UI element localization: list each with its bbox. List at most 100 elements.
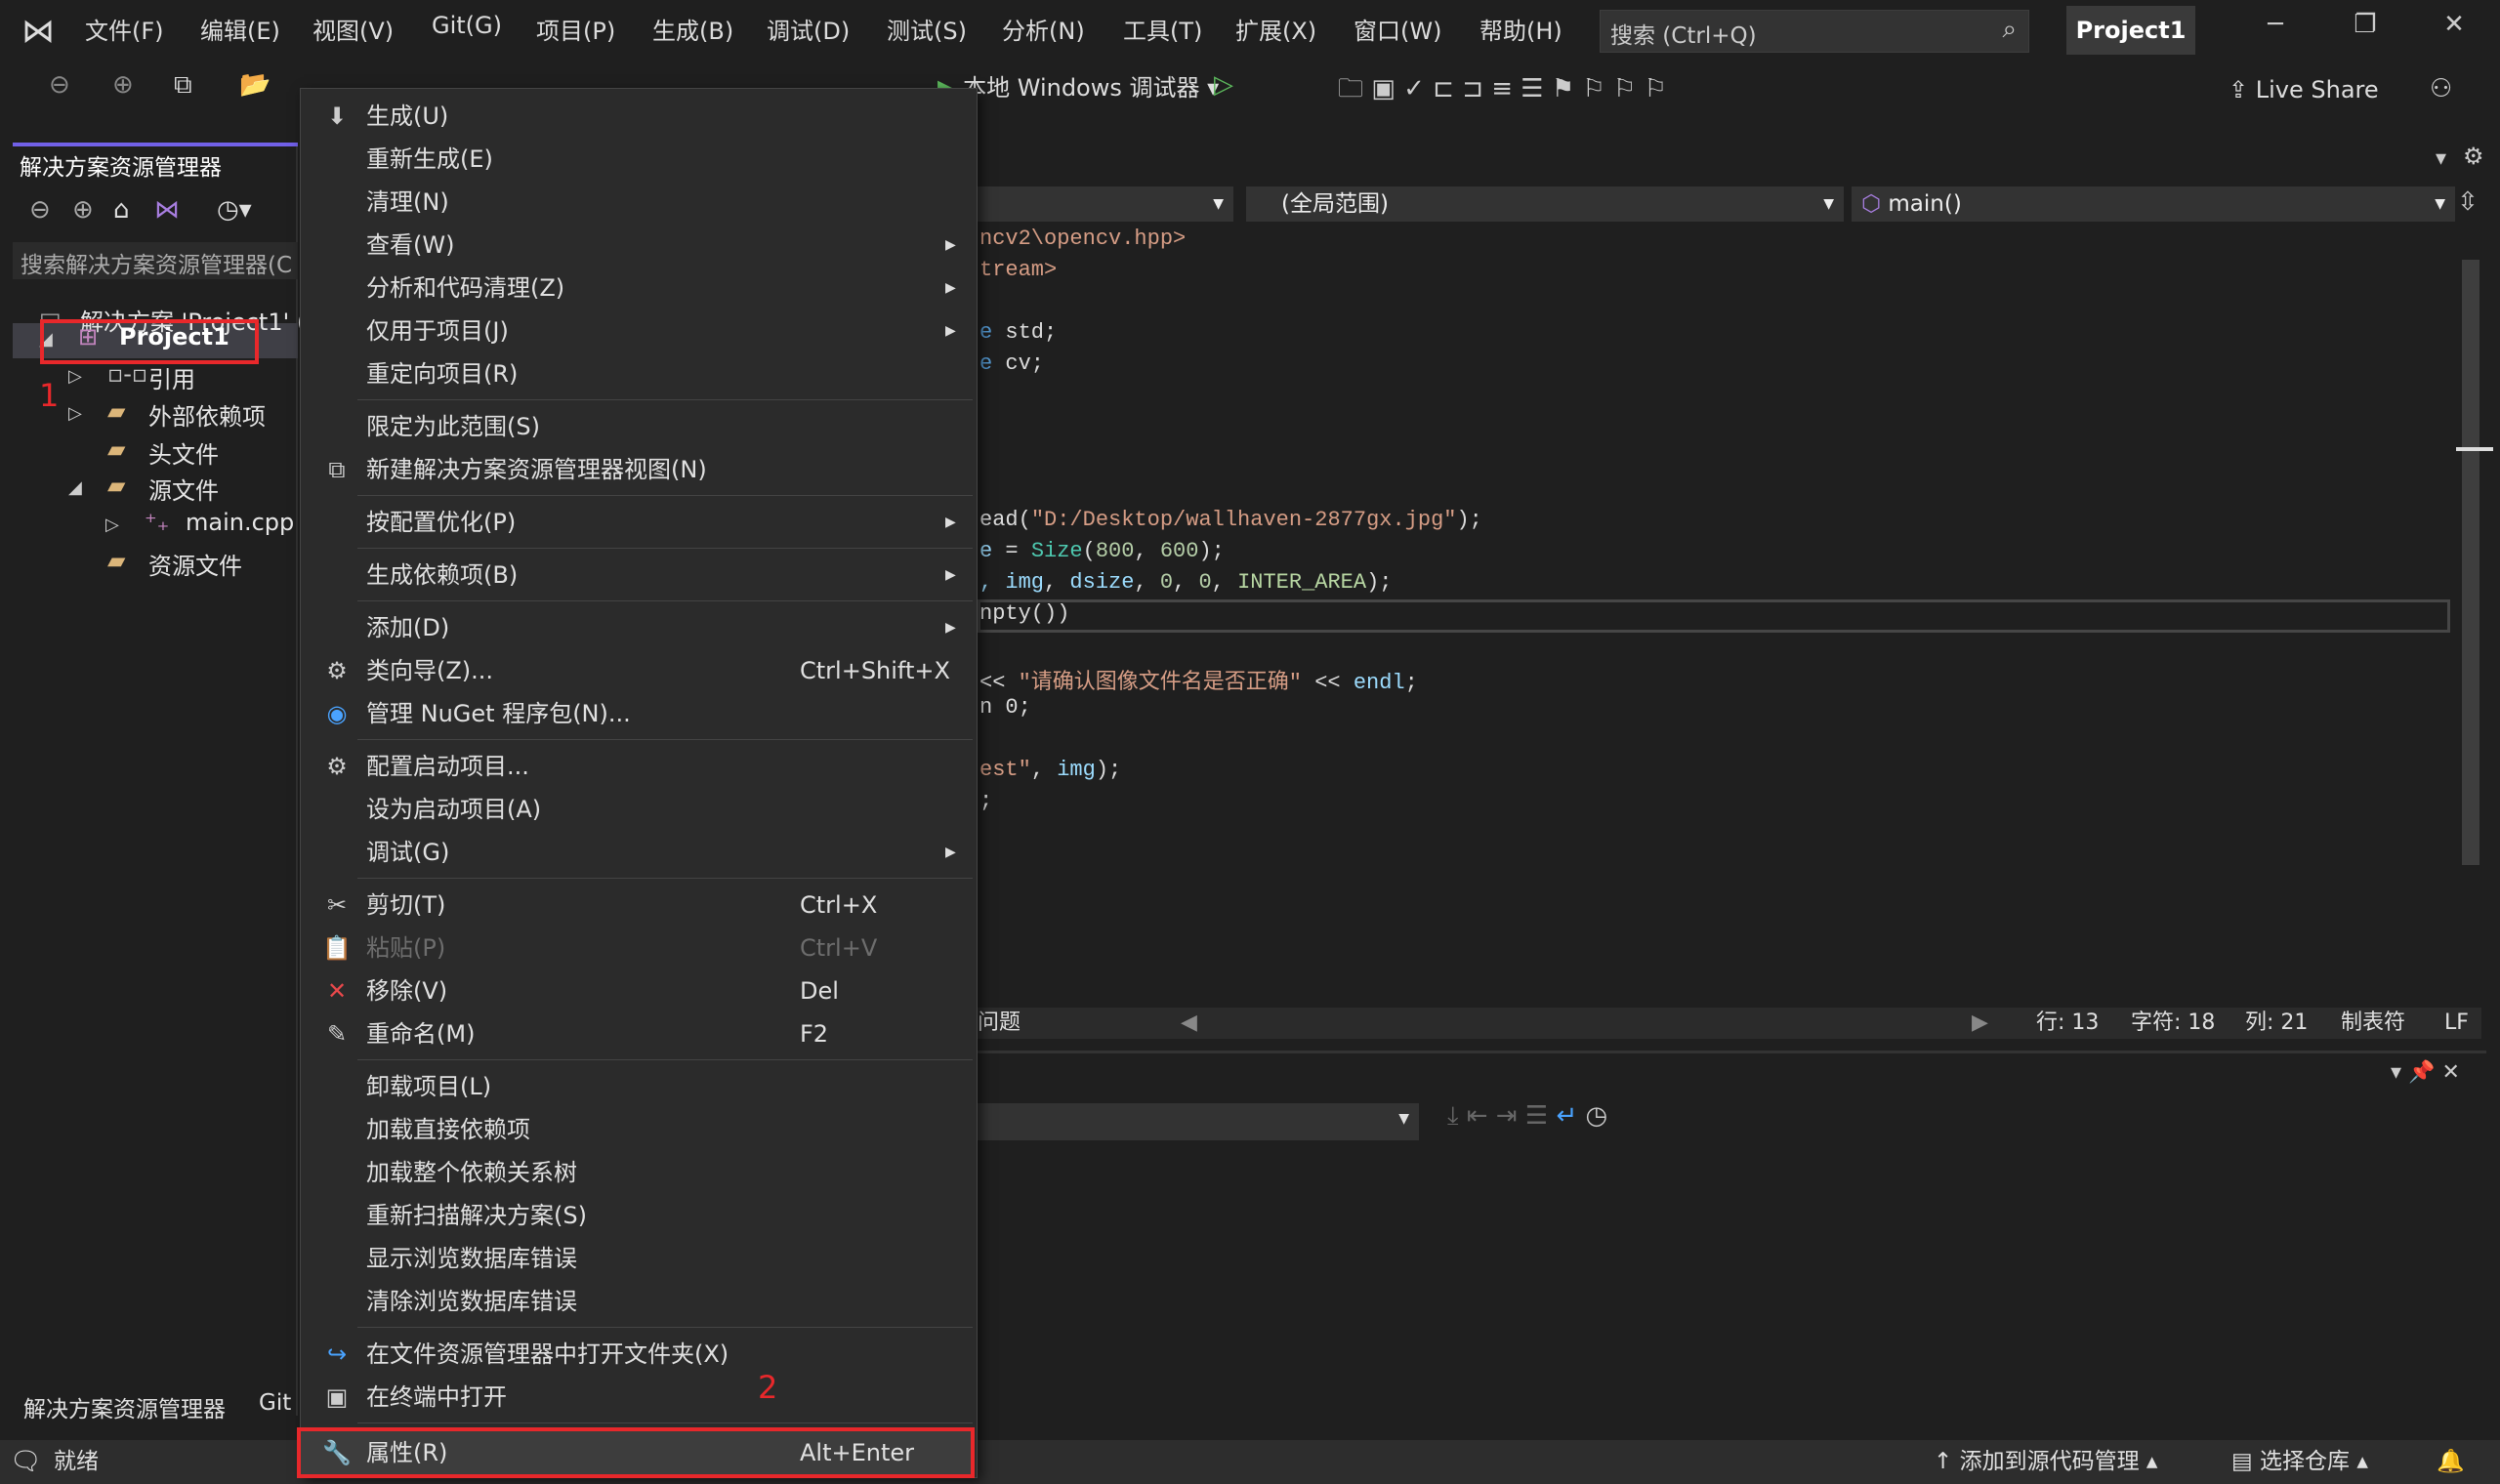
menu-item[interactable]: ⚙ 类向导(Z)... Ctrl+Shift+X xyxy=(301,649,977,692)
code-line[interactable]: e std; xyxy=(979,320,1057,345)
code-line[interactable]: e = Size(800, 600); xyxy=(979,539,1225,563)
code-line[interactable]: , img, dsize, 0, 0, INTER_AREA); xyxy=(979,570,1393,595)
code-line[interactable]: n 0; xyxy=(979,695,1031,720)
scope-dropdown[interactable]: (全局范围) ▼ xyxy=(1246,186,1844,222)
menu-item[interactable]: 卸载项目(L) xyxy=(301,1065,977,1108)
code-line[interactable]: ; xyxy=(979,789,992,813)
open-folder-icon[interactable]: 📂 xyxy=(239,70,271,100)
menu-item[interactable]: 查看(W) ▶ xyxy=(301,224,977,267)
menu-item[interactable]: 按配置优化(P) ▶ xyxy=(301,501,977,544)
expand-icon[interactable]: ▷ xyxy=(105,515,119,535)
menu-item[interactable]: 加载直接依赖项 xyxy=(301,1108,977,1151)
menu-item[interactable]: 设为启动项目(A) xyxy=(301,788,977,831)
search-input[interactable]: 搜索 (Ctrl+Q) ⌕ xyxy=(1600,10,2029,53)
output-toolbar-icons[interactable]: ⤓ ⇤ ⇥ ☰ ↵ ◷ xyxy=(1447,1101,1607,1132)
tree-item[interactable]: main.cpp xyxy=(186,509,294,536)
close-icon[interactable]: ✕ xyxy=(2435,10,2474,39)
menu-item[interactable]: 重新扫描解决方案(S) xyxy=(301,1194,977,1237)
menu-item[interactable]: 帮助(H) xyxy=(1479,12,1562,46)
eol-indicator[interactable]: LF xyxy=(2444,1008,2469,1039)
toolbar-icons[interactable]: 🗀 ▣ ✓ ⊏ ⊐ ≡ ☰ ⚑ ⚐ ⚐ ⚐ xyxy=(1338,70,1667,113)
output-panel-controls[interactable]: ▾ 📌 ✕ xyxy=(2391,1060,2460,1085)
menu-item[interactable]: ✎ 重命名(M) F2 xyxy=(301,1012,977,1055)
code-line[interactable]: tream> xyxy=(979,258,1057,282)
menu-item[interactable]: 分析(N) xyxy=(1002,12,1085,46)
row-indicator[interactable]: 行: 13 xyxy=(2036,1008,2099,1039)
back-icon[interactable]: ⊖ xyxy=(49,70,70,100)
collapse-icon[interactable]: ◢ xyxy=(68,477,82,498)
select-repo-button[interactable]: ▤ 选择仓库 ▴ xyxy=(2231,1440,2368,1484)
solution-search-input[interactable]: 搜索解决方案资源管理器(C xyxy=(13,242,298,279)
menu-item[interactable]: ⬇ 生成(U) xyxy=(301,95,977,138)
menu-item[interactable]: 项目(P) xyxy=(536,12,615,46)
indent-indicator[interactable]: 制表符 xyxy=(2341,1008,2405,1039)
menu-item[interactable]: 🔧 属性(R) Alt+Enter xyxy=(297,1427,975,1478)
pending-changes-icon[interactable]: ◷▾ xyxy=(217,195,252,225)
menu-item[interactable]: 窗口(W) xyxy=(1354,12,1441,46)
menu-item[interactable]: 重新生成(E) xyxy=(301,138,977,181)
menu-item[interactable]: Git(G) xyxy=(432,12,502,39)
menu-item[interactable]: ⧉ 新建解决方案资源管理器视图(N) xyxy=(301,448,977,491)
back-icon[interactable]: ⊖ xyxy=(29,195,51,225)
menu-item[interactable]: 生成(B) xyxy=(652,12,733,46)
project-dropdown[interactable]: ▼ xyxy=(978,186,1233,222)
menu-item[interactable]: 添加(D) ▶ xyxy=(301,606,977,649)
clock-icon[interactable]: ◷ xyxy=(1586,1101,1608,1131)
problems-indicator[interactable]: 问题 xyxy=(978,1008,1021,1039)
pin-icon[interactable]: 📌 xyxy=(2408,1060,2435,1085)
menu-item[interactable]: 工具(T) xyxy=(1123,12,1202,46)
menu-item[interactable]: 限定为此范围(S) xyxy=(301,405,977,448)
menu-item[interactable]: 视图(V) xyxy=(312,12,394,46)
menu-item[interactable]: 显示浏览数据库错误 xyxy=(301,1237,977,1280)
split-icon[interactable]: ⇳ xyxy=(2457,187,2479,217)
menu-item[interactable]: ↪ 在文件资源管理器中打开文件夹(X) xyxy=(301,1333,977,1376)
tab-git[interactable]: Git xyxy=(259,1390,291,1416)
scroll-right-icon[interactable]: ▶ xyxy=(1972,1008,1988,1039)
menu-item[interactable]: 生成依赖项(B) ▶ xyxy=(301,554,977,597)
vertical-scrollbar[interactable] xyxy=(2456,234,2493,996)
menu-item[interactable]: 分析和代码清理(Z) ▶ xyxy=(301,267,977,309)
tree-item[interactable]: 资源文件 xyxy=(148,547,242,581)
menu-item[interactable]: 加载整个依赖关系树 xyxy=(301,1151,977,1194)
home-icon[interactable]: ⌂ xyxy=(113,195,130,225)
bell-icon[interactable]: 🔔 xyxy=(2437,1440,2465,1484)
code-line[interactable]: est", img); xyxy=(979,758,1121,782)
expand-icon[interactable]: ▷ xyxy=(68,366,82,387)
tree-item[interactable]: 头文件 xyxy=(148,435,219,470)
new-project-icon[interactable]: ⧉ xyxy=(174,70,192,101)
expand-icon[interactable]: ▷ xyxy=(68,403,82,424)
switch-views-icon[interactable]: ⋈ xyxy=(154,195,180,225)
menu-item[interactable]: ✕ 移除(V) Del xyxy=(301,969,977,1012)
minimize-icon[interactable]: ─ xyxy=(2256,10,2295,39)
forward-icon[interactable]: ⊕ xyxy=(72,195,94,225)
menu-item[interactable]: 清除浏览数据库错误 xyxy=(301,1280,977,1323)
close-icon[interactable]: ✕ xyxy=(2441,1060,2459,1085)
add-to-source-control-button[interactable]: ↑ 添加到源代码管理 ▴ xyxy=(1934,1440,2157,1484)
menu-item[interactable]: 文件(F) xyxy=(85,12,164,46)
tree-item[interactable]: 源文件 xyxy=(148,472,219,506)
menu-item[interactable]: 编辑(E) xyxy=(200,12,280,46)
code-line[interactable]: npty()) xyxy=(979,601,1069,626)
restore-icon[interactable]: ❐ xyxy=(2346,10,2385,39)
menu-item[interactable]: 扩展(X) xyxy=(1235,12,1316,46)
menu-item[interactable]: 测试(S) xyxy=(887,12,967,46)
scroll-left-icon[interactable]: ◀ xyxy=(1181,1008,1197,1039)
col-indicator[interactable]: 列: 21 xyxy=(2245,1008,2308,1039)
function-dropdown[interactable]: ⬡ main() ▼ xyxy=(1852,186,2455,222)
debugger-button[interactable]: ▶ 本地 Windows 调试器 ▾ xyxy=(938,68,1219,103)
start-without-debug-icon[interactable]: ▷ xyxy=(1214,70,1233,100)
word-wrap-icon[interactable]: ↵ xyxy=(1556,1101,1577,1131)
output-source-dropdown[interactable]: ▼ xyxy=(978,1103,1419,1140)
tree-item[interactable]: 外部依赖项 xyxy=(148,397,266,432)
feedback-icon[interactable]: ⚇ xyxy=(2430,74,2452,103)
menu-item[interactable]: 重定向项目(R) xyxy=(301,352,977,395)
code-line[interactable]: ncv2\opencv.hpp> xyxy=(979,227,1186,251)
menu-item[interactable]: 仅用于项目(J) ▶ xyxy=(301,309,977,352)
code-line[interactable]: e cv; xyxy=(979,351,1044,376)
menu-item[interactable]: 清理(N) xyxy=(301,181,977,224)
menu-item[interactable]: ⚙ 配置启动项目... xyxy=(301,745,977,788)
dropdown-icon[interactable]: ▾ xyxy=(2436,146,2446,171)
menu-item[interactable]: ✂ 剪切(T) Ctrl+X xyxy=(301,884,977,927)
code-line[interactable]: << "请确认图像文件名是否正确" << endl; xyxy=(979,664,1418,695)
tree-item[interactable]: 引用 xyxy=(148,360,195,394)
